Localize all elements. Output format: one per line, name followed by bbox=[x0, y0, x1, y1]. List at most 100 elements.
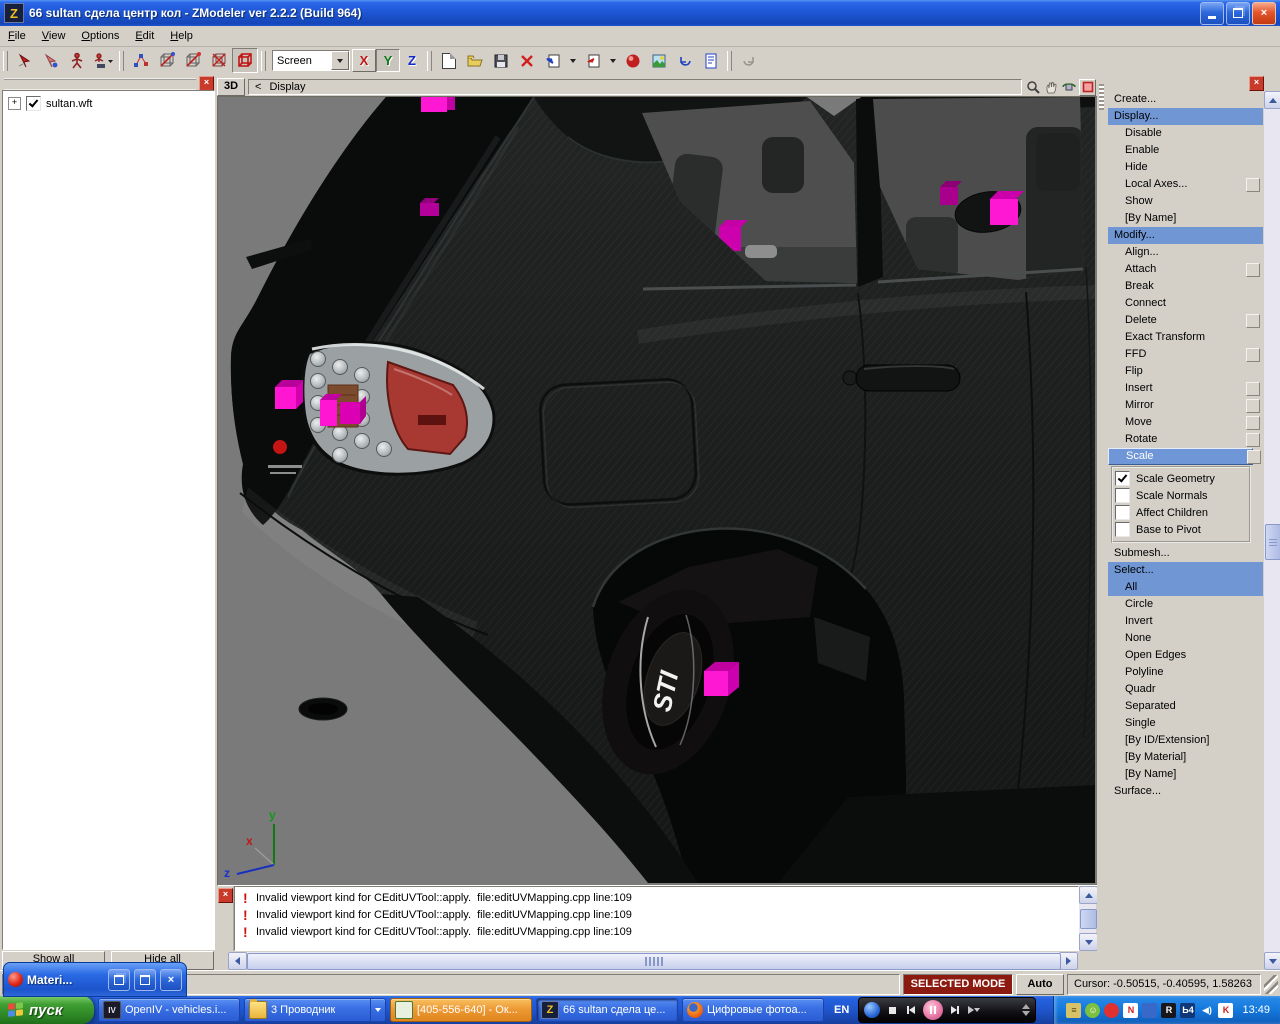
axis-z-button[interactable]: Z bbox=[400, 49, 424, 72]
visibility-checkbox[interactable] bbox=[26, 96, 41, 111]
scroll-down-icon[interactable] bbox=[1264, 952, 1280, 970]
scroll-thumb[interactable] bbox=[1265, 524, 1280, 560]
delete-icon[interactable] bbox=[514, 48, 540, 73]
bones-tool-icon[interactable] bbox=[64, 48, 90, 73]
task-405-556-640-ок[interactable]: [405-556-640] - Ок... bbox=[390, 998, 532, 1022]
menu-item-attach[interactable]: Attach bbox=[1108, 261, 1263, 278]
scroll-thumb[interactable] bbox=[1080, 909, 1097, 929]
menu-item-submesh[interactable]: Submesh... bbox=[1108, 545, 1263, 562]
menu-item-surface[interactable]: Surface... bbox=[1108, 783, 1263, 800]
antivirus-icon[interactable]: K bbox=[1218, 1003, 1233, 1018]
screen-select-dropdown[interactable] bbox=[331, 51, 349, 70]
option-affect-children[interactable]: Affect Children bbox=[1115, 504, 1249, 521]
menu-item-move[interactable]: Move bbox=[1108, 414, 1263, 431]
open-file-icon[interactable] bbox=[462, 48, 488, 73]
close-panel-icon[interactable]: × bbox=[1249, 76, 1264, 91]
agent-icon[interactable]: ☺ bbox=[1085, 1003, 1100, 1018]
menu-item-none[interactable]: None bbox=[1108, 630, 1263, 647]
pause-icon[interactable] bbox=[923, 1000, 943, 1020]
restore-window-icon[interactable] bbox=[108, 969, 130, 991]
orbit-tool-icon[interactable] bbox=[1061, 80, 1076, 95]
back-icon[interactable]: < bbox=[255, 81, 261, 93]
material-editor-icon[interactable] bbox=[620, 48, 646, 73]
pin-checkbox[interactable] bbox=[1246, 314, 1260, 328]
pin-checkbox[interactable] bbox=[1246, 263, 1260, 277]
organizer-icon[interactable]: ≡ bbox=[1066, 1003, 1081, 1018]
dummy-tool-icon[interactable] bbox=[90, 48, 116, 73]
menu-item-scale[interactable]: Scale bbox=[1108, 448, 1253, 465]
pin-checkbox[interactable] bbox=[1247, 450, 1261, 464]
maximize-window-icon[interactable] bbox=[134, 969, 156, 991]
menu-item-connect[interactable]: Connect bbox=[1108, 295, 1263, 312]
maximize-viewport-icon[interactable] bbox=[1079, 79, 1096, 96]
axis-x-button[interactable]: X bbox=[352, 49, 376, 72]
viewport-canvas[interactable]: STI bbox=[217, 96, 1098, 886]
menu-item-disable[interactable]: Disable bbox=[1108, 125, 1263, 142]
horizontal-scrollbar[interactable] bbox=[228, 952, 1078, 969]
resize-grip[interactable] bbox=[1264, 975, 1278, 994]
task-group-dropdown-icon[interactable] bbox=[370, 999, 381, 1021]
edges-mode-2-icon[interactable] bbox=[180, 48, 206, 73]
minimize-button[interactable] bbox=[1200, 2, 1224, 25]
option-base-to-pivot[interactable]: Base to Pivot bbox=[1115, 521, 1249, 538]
stop-icon[interactable] bbox=[885, 1003, 899, 1017]
band-expand-icon[interactable] bbox=[1022, 1004, 1030, 1016]
notes-icon[interactable] bbox=[698, 48, 724, 73]
status-icon[interactable] bbox=[1104, 1003, 1119, 1018]
panel-scrollbar[interactable] bbox=[1264, 91, 1280, 970]
menu-item-invert[interactable]: Invert bbox=[1108, 613, 1263, 630]
select-tool-icon[interactable] bbox=[12, 48, 38, 73]
radmin-icon[interactable]: R bbox=[1161, 1003, 1176, 1018]
scroll-left-icon[interactable] bbox=[228, 952, 247, 970]
scroll-up-icon[interactable] bbox=[1264, 91, 1280, 109]
zoom-tool-icon[interactable] bbox=[1025, 80, 1040, 95]
menu-edit[interactable]: Edit bbox=[127, 28, 162, 44]
close-window-icon[interactable]: × bbox=[160, 969, 182, 991]
pin-checkbox[interactable] bbox=[1246, 178, 1260, 192]
axis-y-button[interactable]: Y bbox=[376, 49, 400, 72]
material-editor-window[interactable]: Materi... × bbox=[3, 962, 187, 997]
pin-checkbox[interactable] bbox=[1246, 416, 1260, 430]
export-icon[interactable] bbox=[580, 48, 606, 73]
menu-item-modify[interactable]: Modify... bbox=[1108, 227, 1263, 244]
expand-icon[interactable]: + bbox=[8, 97, 21, 110]
viewport-mode-button[interactable]: 3D bbox=[217, 78, 245, 96]
menu-item-by-name[interactable]: [By Name] bbox=[1108, 766, 1263, 783]
menu-item-open-edges[interactable]: Open Edges bbox=[1108, 647, 1263, 664]
pin-checkbox[interactable] bbox=[1246, 348, 1260, 362]
save-icon[interactable] bbox=[488, 48, 514, 73]
menu-item-quadr[interactable]: Quadr bbox=[1108, 681, 1263, 698]
menu-item-break[interactable]: Break bbox=[1108, 278, 1263, 295]
scroll-thumb[interactable] bbox=[247, 953, 1061, 970]
task-3-проводник[interactable]: 3 Проводник bbox=[244, 998, 386, 1022]
close-button[interactable]: × bbox=[1252, 2, 1276, 25]
import-dropdown-icon[interactable] bbox=[566, 48, 580, 73]
option-scale-normals[interactable]: Scale Normals bbox=[1115, 487, 1249, 504]
menu-item-insert[interactable]: Insert bbox=[1108, 380, 1263, 397]
task-openiv-vehicles-i[interactable]: IVOpenIV - vehicles.i... bbox=[98, 998, 240, 1022]
menu-item-flip[interactable]: Flip bbox=[1108, 363, 1263, 380]
texture-browser-icon[interactable] bbox=[646, 48, 672, 73]
menu-item-by-id-extension[interactable]: [By ID/Extension] bbox=[1108, 732, 1263, 749]
menu-item-circle[interactable]: Circle bbox=[1108, 596, 1263, 613]
restore-button[interactable] bbox=[1226, 2, 1250, 25]
option-checkbox[interactable] bbox=[1115, 488, 1130, 503]
viewport-breadcrumb[interactable]: < Display bbox=[248, 79, 1022, 95]
menu-item-single[interactable]: Single bbox=[1108, 715, 1263, 732]
menu-item-separated[interactable]: Separated bbox=[1108, 698, 1263, 715]
pin-checkbox[interactable] bbox=[1246, 382, 1260, 396]
helper-cube[interactable] bbox=[704, 662, 739, 696]
previous-icon[interactable] bbox=[904, 1003, 918, 1017]
scroll-up-icon[interactable] bbox=[1079, 886, 1098, 904]
start-button[interactable]: пуск bbox=[0, 996, 94, 1024]
close-panel-icon[interactable]: × bbox=[199, 76, 214, 91]
menu-item-enable[interactable]: Enable bbox=[1108, 142, 1263, 159]
menu-item-display[interactable]: Display... bbox=[1108, 108, 1263, 125]
faces-mode-icon[interactable] bbox=[206, 48, 232, 73]
undo-icon[interactable] bbox=[672, 48, 698, 73]
menu-item-create[interactable]: Create... bbox=[1108, 91, 1263, 108]
menu-item-align[interactable]: Align... bbox=[1108, 244, 1263, 261]
selected-box-mode-icon[interactable] bbox=[232, 48, 258, 73]
menu-item-show[interactable]: Show bbox=[1108, 193, 1263, 210]
pin-checkbox[interactable] bbox=[1246, 399, 1260, 413]
